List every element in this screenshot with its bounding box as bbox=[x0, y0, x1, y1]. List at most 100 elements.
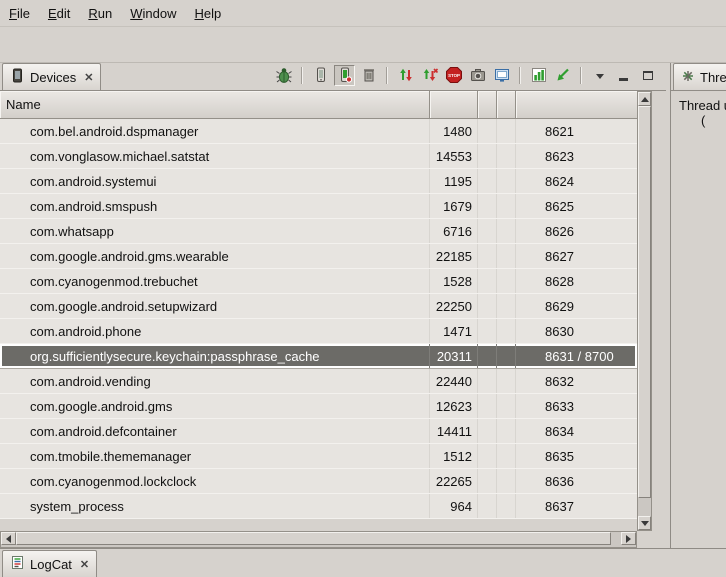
process-port: 8628 bbox=[516, 269, 637, 293]
scroll-left-button[interactable] bbox=[1, 532, 16, 545]
minimize-icon[interactable] bbox=[613, 65, 634, 86]
menu-edit[interactable]: Edit bbox=[39, 0, 79, 26]
empty-cell bbox=[478, 269, 497, 293]
table-row[interactable]: com.android.defcontainer144118634 bbox=[0, 419, 637, 444]
table-row[interactable]: com.android.phone14718630 bbox=[0, 319, 637, 344]
scroll-up-button[interactable] bbox=[638, 92, 651, 106]
column-header-pid[interactable] bbox=[430, 91, 478, 118]
process-port: 8630 bbox=[516, 319, 637, 343]
process-pid: 1480 bbox=[430, 119, 478, 143]
empty-cell bbox=[497, 244, 516, 268]
vertical-scrollbar[interactable] bbox=[637, 91, 652, 531]
process-port: 8627 bbox=[516, 244, 637, 268]
table-row[interactable]: com.google.android.setupwizard222508629 bbox=[0, 294, 637, 319]
method-profiling-icon[interactable] bbox=[528, 65, 549, 86]
horizontal-scrollbar[interactable] bbox=[0, 531, 637, 548]
tab-logcat[interactable]: LogCat ✕ bbox=[2, 550, 97, 577]
tab-threads[interactable]: Threads bbox=[673, 63, 726, 90]
empty-cell bbox=[497, 294, 516, 318]
empty-cell bbox=[497, 369, 516, 393]
empty-cell bbox=[478, 119, 497, 143]
table-row[interactable]: com.android.systemui11958624 bbox=[0, 169, 637, 194]
process-name: com.google.android.gms.wearable bbox=[0, 244, 430, 268]
scroll-down-button[interactable] bbox=[638, 516, 651, 530]
process-port: 8626 bbox=[516, 219, 637, 243]
process-name: com.android.vending bbox=[0, 369, 430, 393]
menu-window[interactable]: Window bbox=[121, 0, 185, 26]
empty-cell bbox=[478, 369, 497, 393]
table-row[interactable]: org.sufficientlysecure.keychain:passphra… bbox=[0, 344, 637, 369]
threads-message-line2: ( bbox=[679, 113, 726, 128]
menu-help[interactable]: Help bbox=[185, 0, 230, 26]
threads-message-line1: Thread up bbox=[679, 98, 726, 113]
process-pid: 6716 bbox=[430, 219, 478, 243]
dump-hprof-icon[interactable] bbox=[334, 65, 355, 86]
menu-run[interactable]: Run bbox=[79, 0, 121, 26]
cause-gc-icon[interactable] bbox=[358, 65, 379, 86]
table-row[interactable]: com.google.android.gms.wearable221858627 bbox=[0, 244, 637, 269]
empty-cell bbox=[497, 194, 516, 218]
debug-icon[interactable] bbox=[273, 65, 294, 86]
process-port: 8636 bbox=[516, 469, 637, 493]
column-header-port[interactable] bbox=[516, 91, 637, 118]
table-row[interactable]: com.cyanogenmod.lockclock222658636 bbox=[0, 469, 637, 494]
process-pid: 1528 bbox=[430, 269, 478, 293]
table-row[interactable]: system_process9648637 bbox=[0, 494, 637, 519]
tab-logcat-label: LogCat bbox=[30, 557, 72, 572]
empty-cell bbox=[497, 469, 516, 493]
empty-cell bbox=[497, 494, 516, 518]
process-pid: 22440 bbox=[430, 369, 478, 393]
process-pid: 12623 bbox=[430, 394, 478, 418]
process-port: 8621 bbox=[516, 119, 637, 143]
threads-message: Thread up ( bbox=[671, 91, 726, 548]
toolbar-separator bbox=[580, 67, 582, 84]
screen-capture-icon[interactable] bbox=[467, 65, 488, 86]
process-pid: 22250 bbox=[430, 294, 478, 318]
tab-threads-label: Threads bbox=[700, 70, 726, 85]
empty-cell bbox=[478, 144, 497, 168]
table-row[interactable]: com.whatsapp6716 8626 bbox=[0, 219, 637, 244]
menu-file[interactable]: File bbox=[0, 0, 39, 26]
process-name: com.android.defcontainer bbox=[0, 419, 430, 443]
stop-process-icon[interactable]: STOP bbox=[443, 65, 464, 86]
process-port: 8623 bbox=[516, 144, 637, 168]
table-row[interactable]: com.cyanogenmod.trebuchet1528 8628 bbox=[0, 269, 637, 294]
empty-cell bbox=[478, 219, 497, 243]
process-pid: 1471 bbox=[430, 319, 478, 343]
horizontal-scroll-thumb[interactable] bbox=[16, 532, 611, 545]
view-hierarchy-icon[interactable] bbox=[491, 65, 512, 86]
close-icon[interactable]: ✕ bbox=[84, 71, 93, 84]
table-row[interactable]: com.google.android.gms126238633 bbox=[0, 394, 637, 419]
table-row[interactable]: com.vonglasow.michael.satstat145538623 bbox=[0, 144, 637, 169]
maximize-icon[interactable] bbox=[637, 65, 658, 86]
table-row[interactable]: com.android.smspush16798625 bbox=[0, 194, 637, 219]
update-threads-icon[interactable] bbox=[395, 65, 416, 86]
empty-cell bbox=[478, 444, 497, 468]
pull-file-icon[interactable] bbox=[552, 65, 573, 86]
toolbar-separator bbox=[386, 67, 388, 84]
table-row[interactable]: com.tmobile.thememanager15128635 bbox=[0, 444, 637, 469]
empty-cell bbox=[497, 219, 516, 243]
refresh-threads-icon[interactable] bbox=[419, 65, 440, 86]
empty-cell bbox=[497, 319, 516, 343]
process-name: com.whatsapp bbox=[0, 219, 430, 243]
vertical-scroll-thumb[interactable] bbox=[638, 106, 651, 498]
process-port: 8634 bbox=[516, 419, 637, 443]
table-row[interactable]: com.android.vending224408632 bbox=[0, 369, 637, 394]
column-header-empty[interactable] bbox=[478, 91, 497, 118]
update-heap-icon[interactable] bbox=[310, 65, 331, 86]
view-menu-icon[interactable] bbox=[589, 65, 610, 86]
table-row[interactable]: com.bel.android.dspmanager14808621 bbox=[0, 119, 637, 144]
process-name: com.tmobile.thememanager bbox=[0, 444, 430, 468]
empty-cell bbox=[497, 344, 516, 368]
column-header-name[interactable]: Name bbox=[0, 91, 430, 118]
column-header-empty[interactable] bbox=[497, 91, 516, 118]
process-name: com.vonglasow.michael.satstat bbox=[0, 144, 430, 168]
empty-cell bbox=[497, 269, 516, 293]
table-body: com.bel.android.dspmanager14808621com.vo… bbox=[0, 119, 637, 531]
close-icon[interactable]: ✕ bbox=[80, 558, 89, 571]
tab-devices[interactable]: Devices ✕ bbox=[2, 63, 101, 90]
toolbar-separator bbox=[301, 67, 303, 84]
scroll-right-button[interactable] bbox=[621, 532, 636, 545]
process-name: com.cyanogenmod.trebuchet bbox=[0, 269, 430, 293]
